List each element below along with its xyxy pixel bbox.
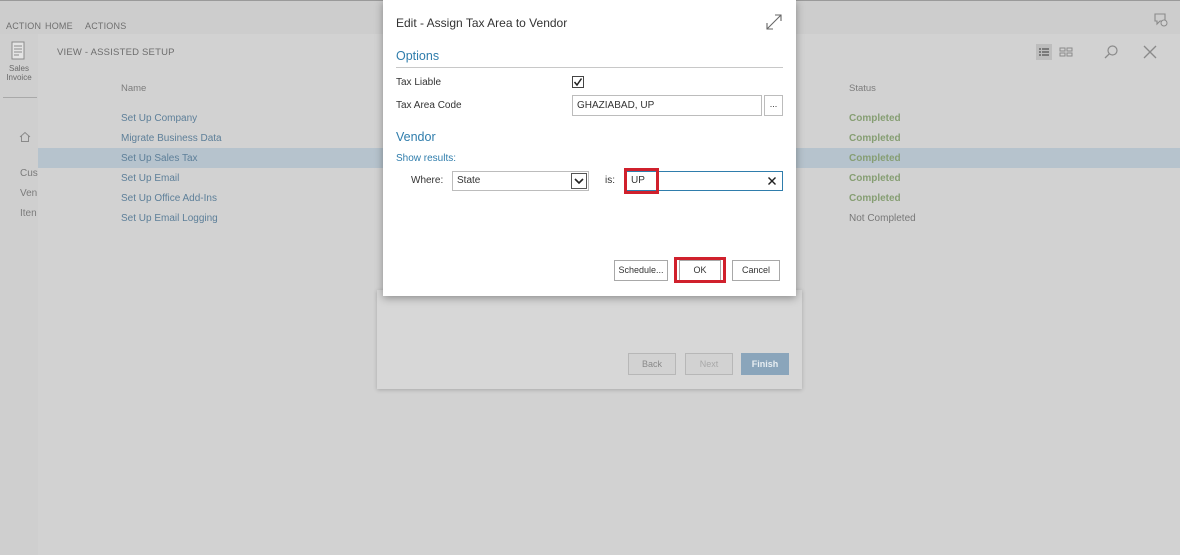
- dialog-title: Edit - Assign Tax Area to Vendor: [396, 16, 568, 30]
- tile-view-icon[interactable]: [1058, 44, 1074, 60]
- ribbon-tab-actions[interactable]: ACTIONS: [85, 21, 126, 31]
- ribbon-tab-action[interactable]: ACTION: [6, 21, 41, 31]
- checkmark-icon: [573, 78, 583, 87]
- sales-invoice-label[interactable]: Sales Invoice: [0, 64, 38, 82]
- row-status: Completed: [849, 173, 901, 184]
- wizard-next-button[interactable]: Next: [685, 353, 733, 375]
- is-label: is:: [605, 175, 615, 186]
- tax-area-code-field[interactable]: GHAZIABAD, UP: [572, 95, 762, 116]
- list-view-icon[interactable]: [1036, 44, 1052, 60]
- schedule-button[interactable]: Schedule...: [614, 260, 668, 281]
- where-label: Where:: [411, 175, 444, 186]
- left-separator: [3, 97, 37, 98]
- row-status: Completed: [849, 133, 901, 144]
- wizard-back-button[interactable]: Back: [628, 353, 676, 375]
- ok-button[interactable]: OK: [679, 260, 721, 281]
- row-name[interactable]: Set Up Sales Tax: [121, 153, 198, 164]
- left-pane: [0, 34, 38, 555]
- filter-field-value: State: [457, 175, 481, 186]
- tax-area-lookup-button[interactable]: ...: [764, 95, 783, 116]
- wizard-finish-button[interactable]: Finish: [741, 353, 789, 375]
- row-status: Not Completed: [849, 213, 916, 224]
- options-section-title[interactable]: Options: [396, 49, 439, 63]
- row-name[interactable]: Set Up Email: [121, 173, 179, 184]
- cancel-button[interactable]: Cancel: [732, 260, 780, 281]
- row-name[interactable]: Set Up Company: [121, 113, 197, 124]
- vendor-section-title[interactable]: Vendor: [396, 130, 436, 144]
- close-page-icon[interactable]: [1142, 44, 1158, 60]
- row-status: Completed: [849, 193, 901, 204]
- row-name[interactable]: Migrate Business Data: [121, 133, 222, 144]
- row-status: Completed: [849, 153, 901, 164]
- chevron-down-icon: [574, 178, 584, 185]
- row-name[interactable]: Set Up Office Add-Ins: [121, 193, 217, 204]
- filter-field-select[interactable]: State: [452, 171, 589, 191]
- home-icon[interactable]: [19, 131, 31, 143]
- side-item-customers[interactable]: Cus: [20, 168, 38, 179]
- dropdown-arrow[interactable]: [571, 173, 587, 189]
- side-item-items[interactable]: Iten: [20, 208, 37, 219]
- filter-value-text: UP: [631, 175, 645, 186]
- search-icon[interactable]: [1103, 44, 1119, 60]
- assign-tax-area-dialog: Edit - Assign Tax Area to Vendor Options…: [383, 0, 796, 296]
- show-results-label: Show results:: [396, 153, 457, 164]
- filter-value-input[interactable]: UP: [625, 171, 783, 191]
- tax-liable-checkbox[interactable]: [572, 76, 584, 88]
- row-name[interactable]: Set Up Email Logging: [121, 213, 218, 224]
- column-header-status[interactable]: Status: [849, 83, 876, 94]
- column-header-name[interactable]: Name: [121, 83, 146, 94]
- sales-invoice-icon[interactable]: [9, 40, 27, 62]
- view-title: VIEW - ASSISTED SETUP: [57, 47, 175, 58]
- expand-icon[interactable]: [765, 13, 783, 31]
- tax-liable-label: Tax Liable: [396, 77, 442, 88]
- clear-icon[interactable]: [767, 176, 777, 186]
- options-divider: [396, 67, 783, 68]
- ribbon-tab-home[interactable]: HOME: [45, 21, 73, 31]
- tax-area-code-label: Tax Area Code: [396, 100, 462, 111]
- assisted-setup-wizard: Back Next Finish: [377, 290, 802, 389]
- chat-icon[interactable]: [1152, 11, 1168, 27]
- side-item-vendors[interactable]: Ven: [20, 188, 37, 199]
- row-status: Completed: [849, 113, 901, 124]
